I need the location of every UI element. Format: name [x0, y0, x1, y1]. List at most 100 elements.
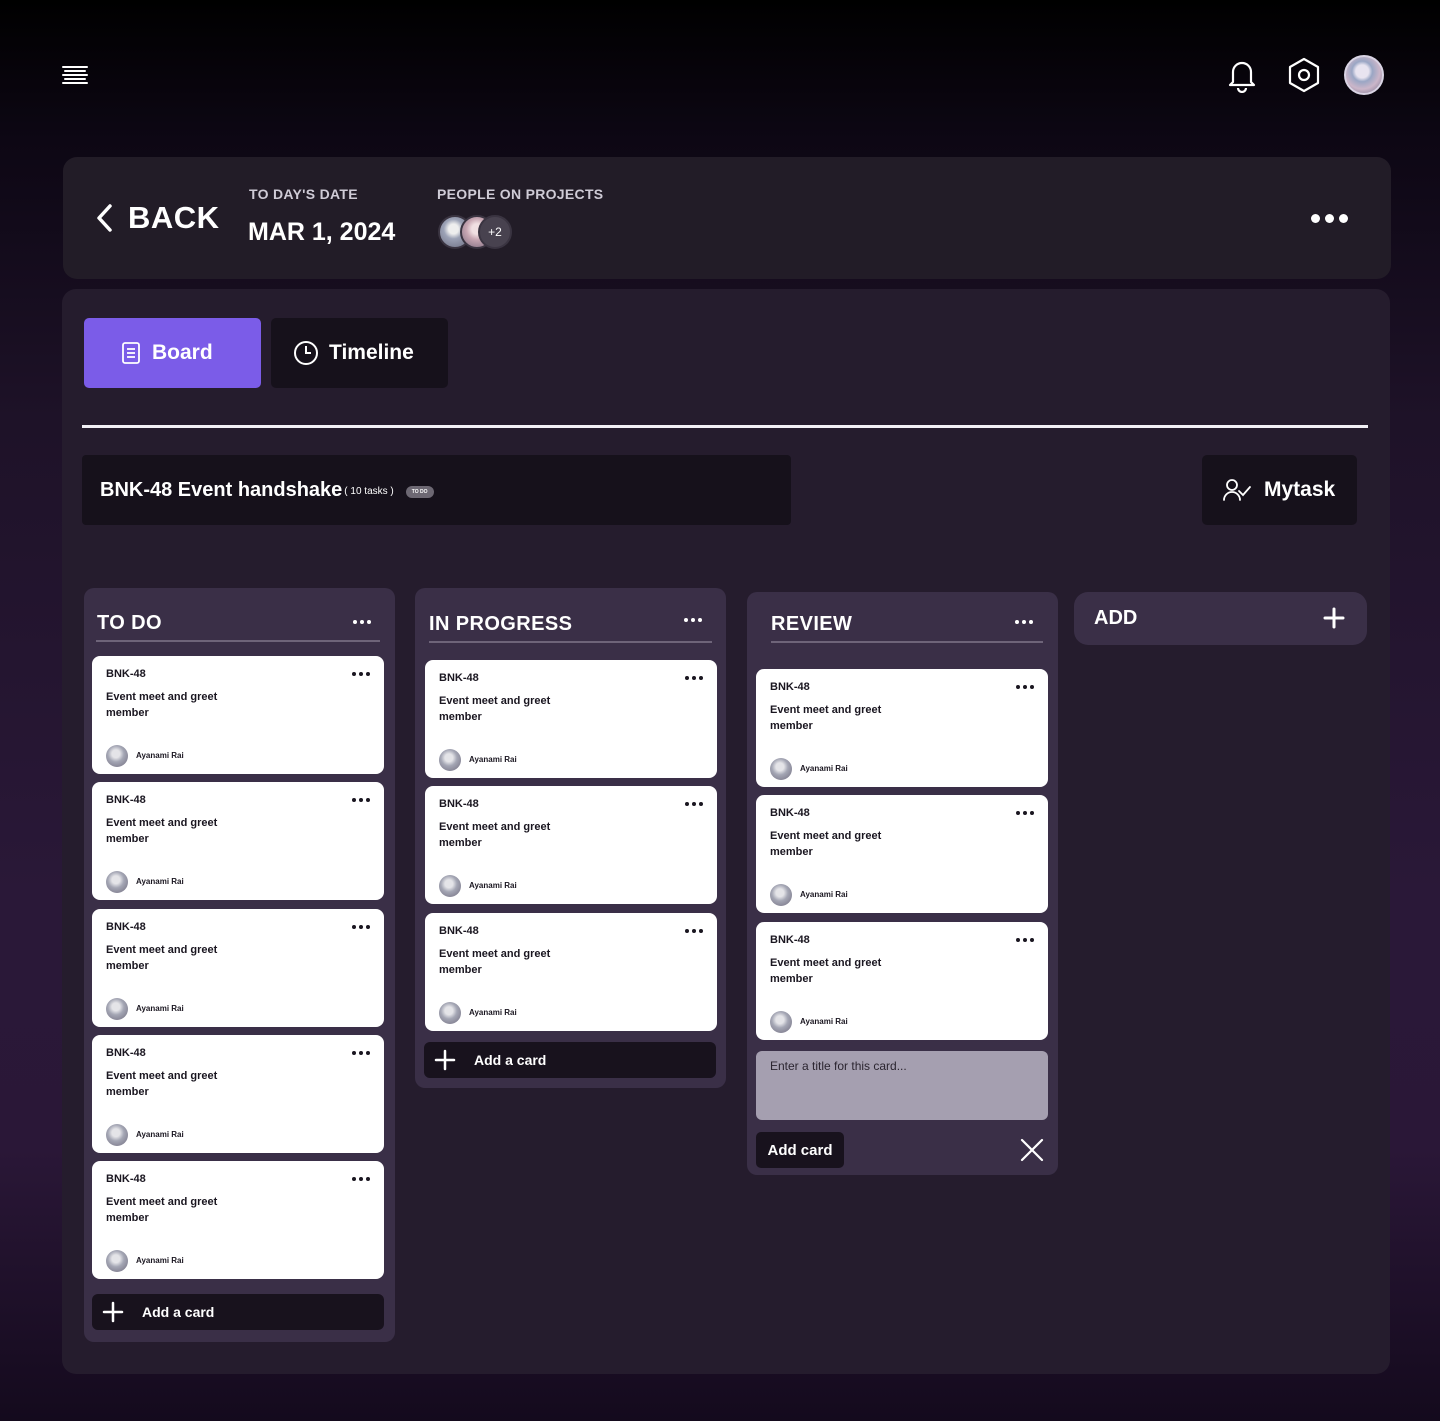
people-label: PEOPLE ON PROJECTS: [437, 186, 604, 202]
back-label: BACK: [128, 200, 220, 235]
column-more-icon[interactable]: [681, 613, 705, 627]
mytask-button[interactable]: Mytask: [1202, 455, 1357, 525]
card-title-input[interactable]: [756, 1051, 1048, 1120]
more-members-count[interactable]: +2: [478, 215, 512, 249]
task-card[interactable]: BNK-48 Event meet and greet member Ayana…: [92, 782, 384, 900]
assignee-name: Ayanami Rai: [136, 877, 184, 886]
more-options-icon[interactable]: [1306, 206, 1352, 230]
task-card[interactable]: BNK-48 Event meet and greet member Ayana…: [425, 660, 717, 778]
hamburger-menu-icon[interactable]: [58, 60, 92, 90]
task-card[interactable]: BNK-48 Event meet and greet member Ayana…: [756, 922, 1048, 1040]
task-card[interactable]: BNK-48 Event meet and greet member Ayana…: [92, 656, 384, 774]
column-title: REVIEW: [771, 613, 853, 635]
assignee-avatar: [106, 871, 128, 893]
assignee-avatar: [439, 875, 461, 897]
assignee-avatar: [770, 1011, 792, 1033]
card-more-icon[interactable]: [1014, 681, 1036, 693]
column-title: IN PROGRESS: [429, 613, 573, 635]
task-card[interactable]: BNK-48 Event meet and greet member Ayana…: [756, 669, 1048, 787]
card-id: BNK-48: [106, 1173, 146, 1185]
divider: [82, 425, 1368, 428]
assignee-avatar: [106, 745, 128, 767]
tab-timeline[interactable]: Timeline: [271, 318, 448, 388]
column-title: TO DO: [97, 612, 162, 634]
card-title: Event meet and greet member: [106, 817, 218, 845]
task-card[interactable]: BNK-48 Event meet and greet member Ayana…: [92, 1035, 384, 1153]
card-id: BNK-48: [770, 807, 810, 819]
project-title: BNK-48 Event handshake: [100, 478, 343, 501]
assignee-name: Ayanami Rai: [800, 764, 848, 773]
card-more-icon[interactable]: [350, 794, 372, 806]
task-card[interactable]: BNK-48 Event meet and greet member Ayana…: [425, 786, 717, 904]
card-more-icon[interactable]: [683, 925, 705, 937]
column-more-icon[interactable]: [350, 615, 374, 629]
card-id: BNK-48: [439, 798, 479, 810]
card-id: BNK-48: [106, 921, 146, 933]
assignee-avatar: [106, 1124, 128, 1146]
card-more-icon[interactable]: [683, 672, 705, 684]
assignee-avatar: [770, 884, 792, 906]
card-title: Event meet and greet member: [439, 821, 551, 849]
tab-board[interactable]: Board: [84, 318, 261, 388]
card-title: Event meet and greet member: [439, 695, 551, 723]
add-card-button[interactable]: Add a card: [92, 1294, 384, 1330]
plus-icon: [1323, 607, 1345, 629]
project-title-bar: BNK-48 Event handshake ( 10 tasks ) TO D…: [82, 455, 791, 525]
task-card[interactable]: BNK-48 Event meet and greet member Ayana…: [756, 795, 1048, 913]
card-id: BNK-48: [439, 925, 479, 937]
card-more-icon[interactable]: [350, 668, 372, 680]
assignee-avatar: [439, 749, 461, 771]
assignee-avatar: [439, 1002, 461, 1024]
clock-icon: [294, 341, 318, 365]
card-id: BNK-48: [439, 672, 479, 684]
card-more-icon[interactable]: [350, 921, 372, 933]
add-card-button[interactable]: Add a card: [424, 1042, 716, 1078]
assignee-avatar: [106, 1250, 128, 1272]
column-more-icon[interactable]: [1012, 615, 1036, 629]
add-card-label: Add a card: [474, 1052, 547, 1068]
card-more-icon[interactable]: [350, 1047, 372, 1059]
document-icon: [122, 342, 140, 364]
task-card[interactable]: BNK-48 Event meet and greet member Ayana…: [425, 913, 717, 1031]
task-count: ( 10 tasks ): [344, 486, 394, 497]
assignee-name: Ayanami Rai: [136, 1004, 184, 1013]
card-more-icon[interactable]: [1014, 807, 1036, 819]
card-title: Event meet and greet member: [106, 944, 218, 972]
add-column-label: ADD: [1094, 607, 1138, 629]
settings-icon[interactable]: [1284, 55, 1324, 95]
card-more-icon[interactable]: [350, 1173, 372, 1185]
assignee-name: Ayanami Rai: [469, 881, 517, 890]
card-id: BNK-48: [106, 1047, 146, 1059]
back-button[interactable]: BACK: [94, 196, 220, 240]
card-title: Event meet and greet member: [770, 957, 882, 985]
card-more-icon[interactable]: [683, 798, 705, 810]
bell-icon[interactable]: [1222, 55, 1262, 95]
card-title: Event meet and greet member: [106, 691, 218, 719]
user-avatar[interactable]: [1344, 55, 1384, 95]
column-divider: [771, 641, 1043, 643]
add-column-button[interactable]: ADD: [1074, 592, 1367, 645]
add-card-label: Add a card: [142, 1304, 215, 1320]
column-divider: [96, 640, 380, 642]
column-divider: [429, 641, 712, 643]
mytask-label: Mytask: [1264, 478, 1336, 501]
card-title: Event meet and greet member: [439, 948, 551, 976]
chevron-left-icon: [97, 204, 112, 232]
card-title: Event meet and greet member: [770, 704, 882, 732]
assignee-name: Ayanami Rai: [136, 1130, 184, 1139]
assignee-name: Ayanami Rai: [469, 755, 517, 764]
tab-board-label: Board: [152, 341, 213, 364]
task-card[interactable]: BNK-48 Event meet and greet member Ayana…: [92, 1161, 384, 1279]
task-card[interactable]: BNK-48 Event meet and greet member Ayana…: [92, 909, 384, 1027]
close-icon[interactable]: [1018, 1136, 1046, 1164]
add-card-submit-button[interactable]: Add card: [756, 1132, 844, 1168]
plus-icon: [434, 1049, 456, 1071]
card-more-icon[interactable]: [1014, 934, 1036, 946]
plus-icon: [102, 1301, 124, 1323]
card-id: BNK-48: [770, 934, 810, 946]
assignee-name: Ayanami Rai: [136, 751, 184, 760]
date-value: MAR 1, 2024: [248, 218, 396, 246]
date-label: TO DAY'S DATE: [249, 186, 358, 202]
assignee-avatar: [106, 998, 128, 1020]
status-badge: TO DO: [405, 485, 434, 498]
